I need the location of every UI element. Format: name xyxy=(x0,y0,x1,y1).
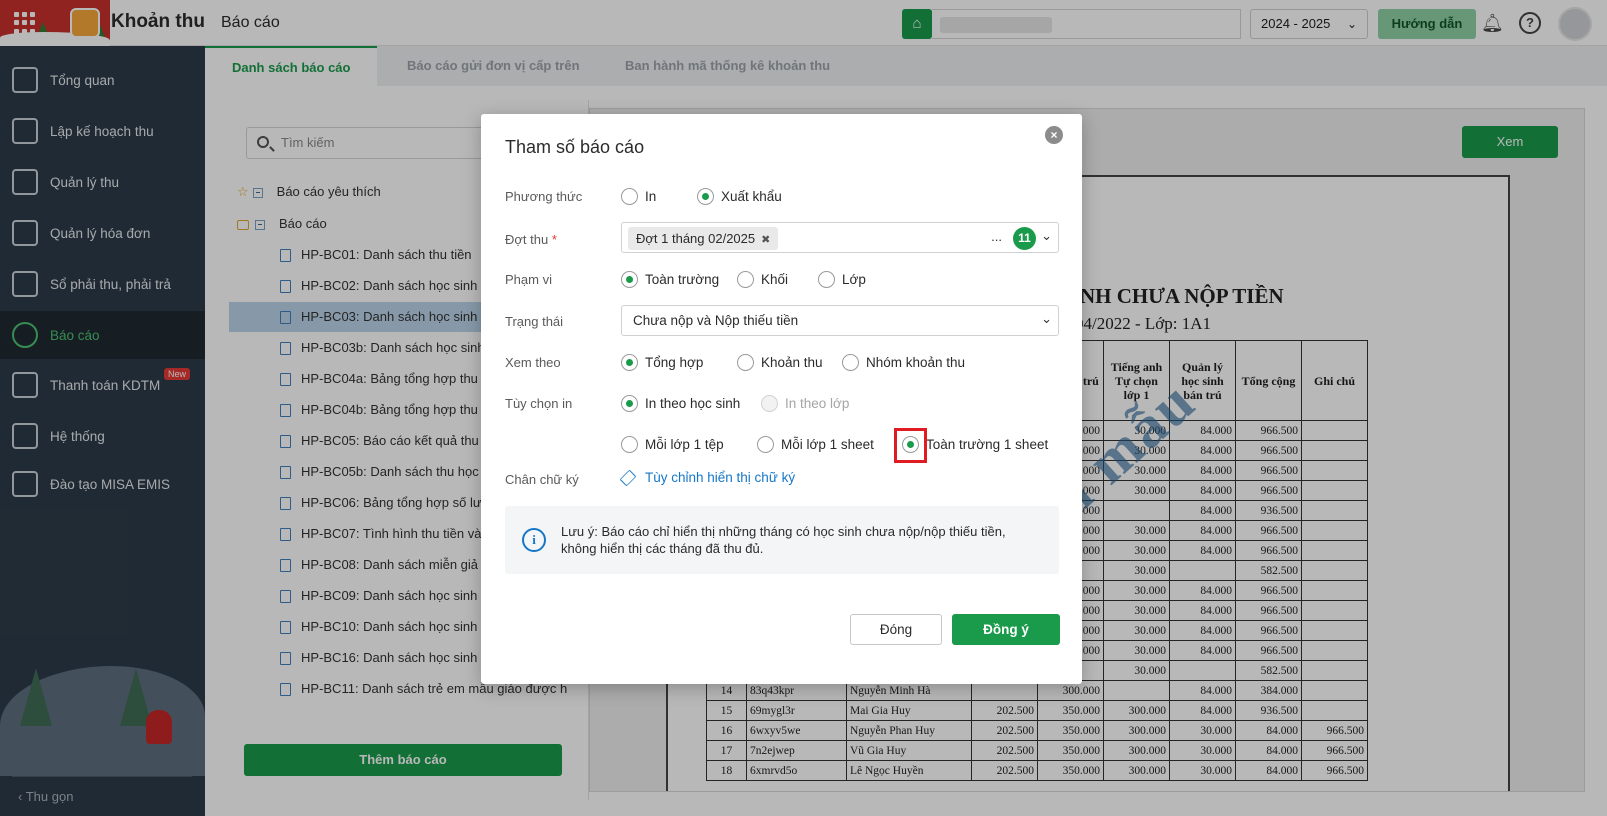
radio-label: In xyxy=(645,189,657,204)
radio-label: Toàn trường xyxy=(645,272,720,287)
period-tag-label: Đợt 1 tháng 02/2025 xyxy=(636,231,756,246)
chevron-down-icon[interactable]: ⌄ xyxy=(1041,228,1052,244)
highlight-box xyxy=(894,428,927,463)
radio-circle xyxy=(621,436,638,453)
radio-file-per-class[interactable]: Mỗi lớp 1 tệp xyxy=(621,436,724,453)
radio-circle xyxy=(761,395,778,412)
radio-whole-school[interactable]: Toàn trường xyxy=(621,271,719,288)
radio-circle xyxy=(818,271,835,288)
status-label: Trạng thái xyxy=(505,314,564,329)
print-option-label: Tùy chọn in xyxy=(505,396,573,411)
radio-circle xyxy=(842,354,859,371)
remove-tag-icon[interactable]: ✖ xyxy=(761,234,770,246)
method-label: Phương thức xyxy=(505,189,583,204)
radio-summary[interactable]: Tổng hợp xyxy=(621,354,703,371)
period-multiselect[interactable]: Đợt 1 tháng 02/2025 ✖ ... 11 ⌄ xyxy=(621,222,1059,253)
radio-label: Toàn trường 1 sheet xyxy=(926,437,1049,452)
radio-label: Nhóm khoản thu xyxy=(866,355,966,370)
radio-grade[interactable]: Khối xyxy=(737,271,788,288)
note-box: i Lưu ý: Báo cáo chỉ hiển thị những thán… xyxy=(505,506,1059,574)
period-label: Đợt thu * xyxy=(505,232,557,247)
selected-count-badge: 11 xyxy=(1013,227,1036,250)
radio-label: Mỗi lớp 1 tệp xyxy=(645,437,724,452)
radio-circle xyxy=(621,271,638,288)
required-mark: * xyxy=(551,232,557,247)
pencil-icon xyxy=(619,469,637,486)
period-tag: Đợt 1 tháng 02/2025 ✖ xyxy=(628,227,779,250)
status-value: Chưa nộp và Nộp thiếu tiền xyxy=(633,313,799,328)
radio-print-by-student[interactable]: In theo học sinh xyxy=(621,395,740,412)
report-params-dialog: Tham số báo cáo × Phương thức In Xuất kh… xyxy=(481,114,1082,684)
radio-circle xyxy=(737,271,754,288)
view-by-label: Xem theo xyxy=(505,355,561,370)
cancel-button[interactable]: Đóng xyxy=(850,614,942,645)
radio-print[interactable]: In xyxy=(621,188,656,205)
radio-label: Khoản thu xyxy=(761,355,823,370)
radio-print-by-class: In theo lớp xyxy=(761,395,849,412)
radio-label: Tổng hợp xyxy=(645,355,704,370)
radio-label: Lớp xyxy=(842,272,866,287)
radio-label: Khối xyxy=(761,272,789,287)
radio-fee-item[interactable]: Khoản thu xyxy=(737,354,823,371)
radio-export[interactable]: Xuất khẩu xyxy=(697,188,782,205)
link-label: Tùy chỉnh hiển thị chữ ký xyxy=(645,470,796,485)
period-label-text: Đợt thu xyxy=(505,232,549,247)
radio-circle xyxy=(621,354,638,371)
confirm-button[interactable]: Đồng ý xyxy=(952,614,1060,645)
radio-circle xyxy=(621,395,638,412)
close-icon[interactable]: × xyxy=(1045,126,1063,144)
signature-customize-link[interactable]: Tùy chỉnh hiển thị chữ ký xyxy=(619,469,796,486)
radio-circle xyxy=(737,354,754,371)
radio-circle xyxy=(697,188,714,205)
signature-label: Chân chữ ký xyxy=(505,472,579,487)
radio-label: Xuất khẩu xyxy=(721,189,782,204)
status-select[interactable]: Chưa nộp và Nộp thiếu tiền ⌄ xyxy=(621,305,1059,336)
more-indicator: ... xyxy=(991,229,1002,244)
radio-label: Mỗi lớp 1 sheet xyxy=(781,437,874,452)
note-text: Lưu ý: Báo cáo chỉ hiển thị những tháng … xyxy=(561,524,1006,556)
chevron-down-icon: ⌄ xyxy=(1041,311,1052,326)
radio-circle xyxy=(621,188,638,205)
scope-label: Phạm vi xyxy=(505,272,552,287)
radio-fee-group[interactable]: Nhóm khoản thu xyxy=(842,354,965,371)
radio-sheet-per-class[interactable]: Mỗi lớp 1 sheet xyxy=(757,436,874,453)
dialog-title: Tham số báo cáo xyxy=(505,137,645,157)
radio-circle xyxy=(757,436,774,453)
radio-class[interactable]: Lớp xyxy=(818,271,866,288)
radio-label: In theo lớp xyxy=(785,396,850,411)
radio-label: In theo học sinh xyxy=(645,396,741,411)
info-icon: i xyxy=(522,528,546,552)
